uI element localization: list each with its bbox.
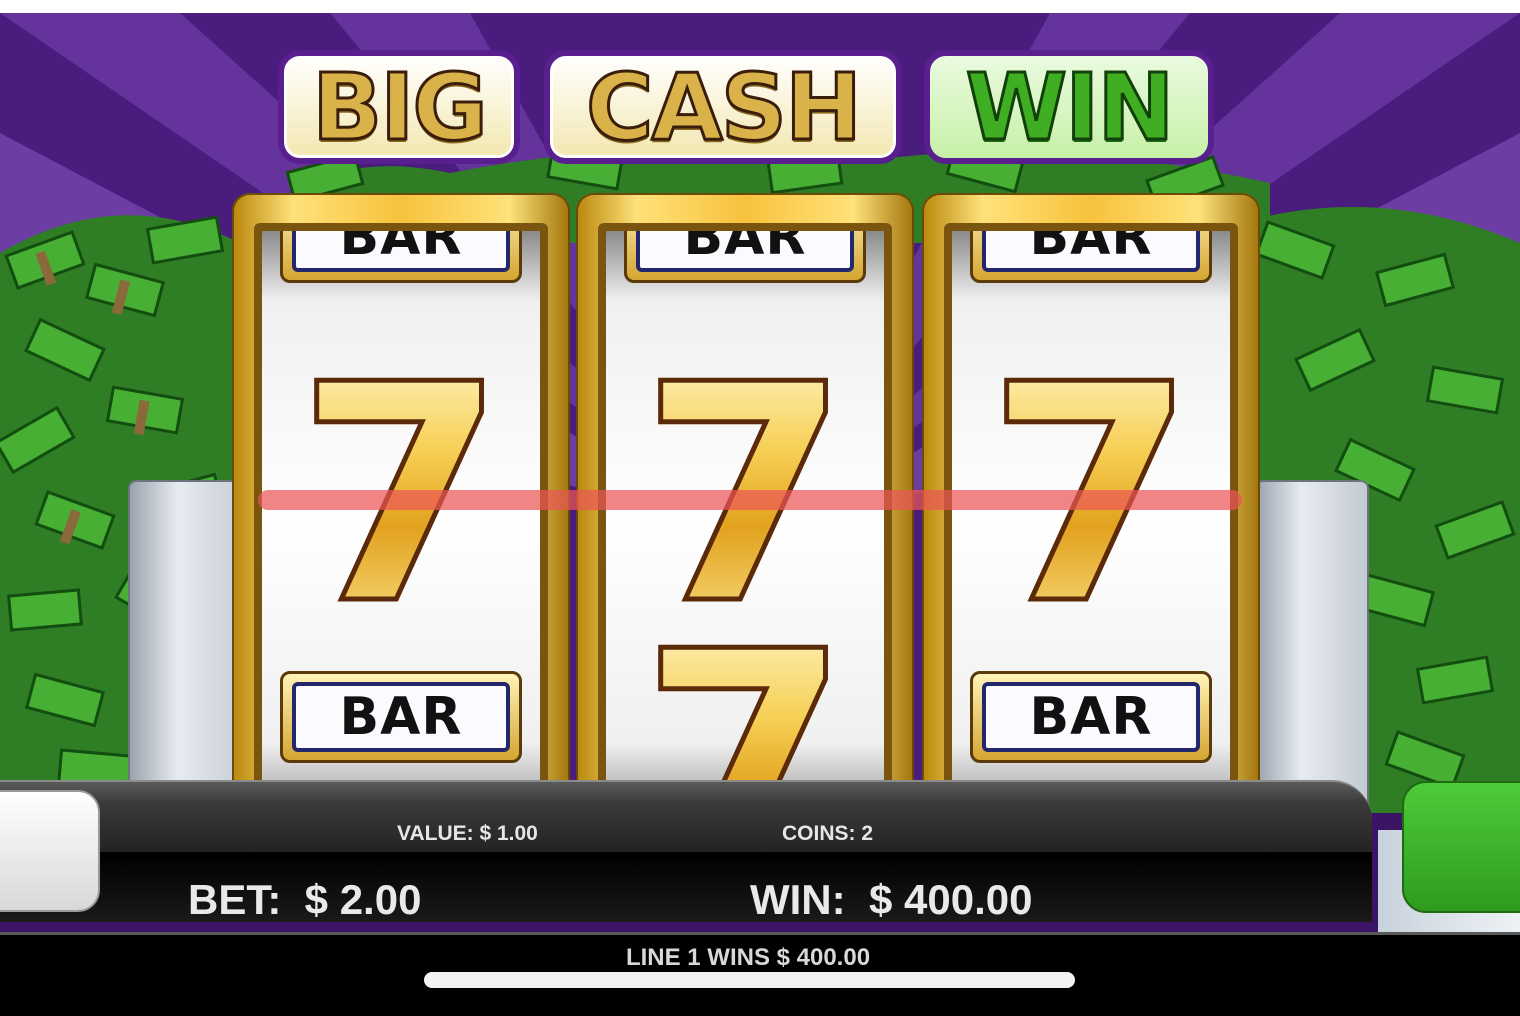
bet-amount: BET: $ 2.00 [188,876,422,923]
title-word-big: BIG [278,50,520,164]
reel-3-bottom-symbol: BAR [952,671,1230,763]
win-message: LINE 1 WINS $ 400.00 [625,944,871,970]
panel-bottom-row: BET: $ 2.00 WIN: $ 400.00 [0,852,1372,923]
coin-value-label[interactable]: VALUE: $ 1.00 [397,822,538,846]
bet-panel: VALUE: $ 1.00 COINS: 2 BET: $ 2.00 WIN: … [0,780,1380,932]
title-word-cash: CASH [544,50,902,164]
coins-label[interactable]: COINS: 2 [782,822,873,846]
menu-button[interactable] [0,790,100,912]
reel-2-top-symbol: BAR [606,231,884,283]
win-amount: WIN: $ 400.00 [750,876,1033,923]
game-title: BIG CASH WIN [278,50,1214,164]
reel-3-top-symbol: BAR [952,231,1230,283]
spin-button[interactable] [1402,781,1520,913]
reel-1-bottom-symbol: BAR [262,671,540,763]
panel-top-row: VALUE: $ 1.00 COINS: 2 [0,780,1372,854]
home-indicator[interactable] [424,972,1075,988]
reel-1-top-symbol: BAR [262,231,540,283]
title-word-win: WIN [924,50,1214,164]
winning-payline [258,490,1242,510]
machine-side-right [1255,480,1369,814]
